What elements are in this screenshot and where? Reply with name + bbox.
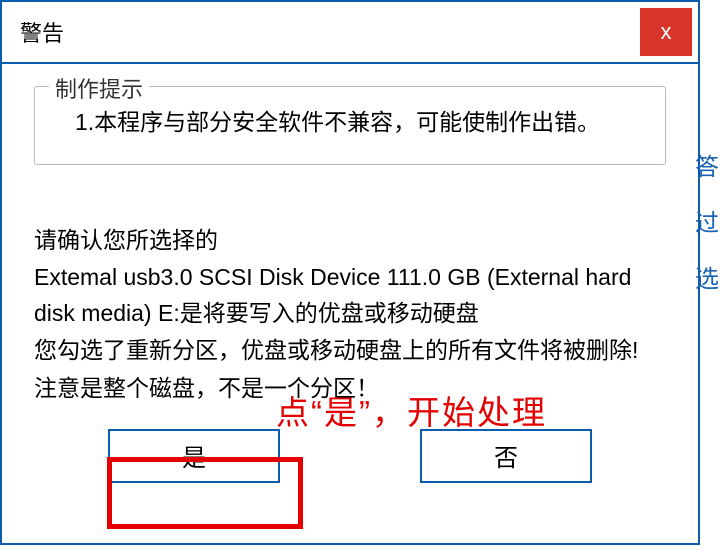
notice-fieldset: 制作提示 1.本程序与部分安全软件不兼容，可能使制作出错。 [34,86,666,165]
titlebar: 警告 x [2,2,698,64]
fragment-3: 选 [695,252,719,308]
button-row: 是 否 [34,429,666,483]
yes-button[interactable]: 是 [108,429,280,483]
confirm-line4: 注意是整个磁盘，不是一个分区！ [34,371,666,407]
confirm-line3: 您勾选了重新分区，优盘或移动硬盘上的所有文件将被删除! [34,333,666,369]
fragment-2: 过 [695,196,719,252]
dialog-content: 制作提示 1.本程序与部分安全软件不兼容，可能使制作出错。 请确认您所选择的 E… [2,64,698,483]
no-button[interactable]: 否 [420,429,592,483]
confirm-line1: 请确认您所选择的 [34,223,666,259]
notice-text: 1.本程序与部分安全软件不兼容，可能使制作出错。 [57,105,649,140]
yes-button-label: 是 [182,438,206,473]
warning-dialog: 警告 x 制作提示 1.本程序与部分安全软件不兼容，可能使制作出错。 请确认您所… [0,0,700,545]
no-button-label: 否 [494,438,518,473]
confirm-line2: Extemal usb3.0 SCSI Disk Device 111.0 GB… [34,260,666,331]
fragment-1: 答 [695,140,719,196]
close-icon: x [661,19,672,45]
background-fragments: 答 过 选 [695,140,720,308]
dialog-title: 警告 [20,16,64,48]
close-button[interactable]: x [640,8,692,56]
notice-legend: 制作提示 [49,72,149,104]
